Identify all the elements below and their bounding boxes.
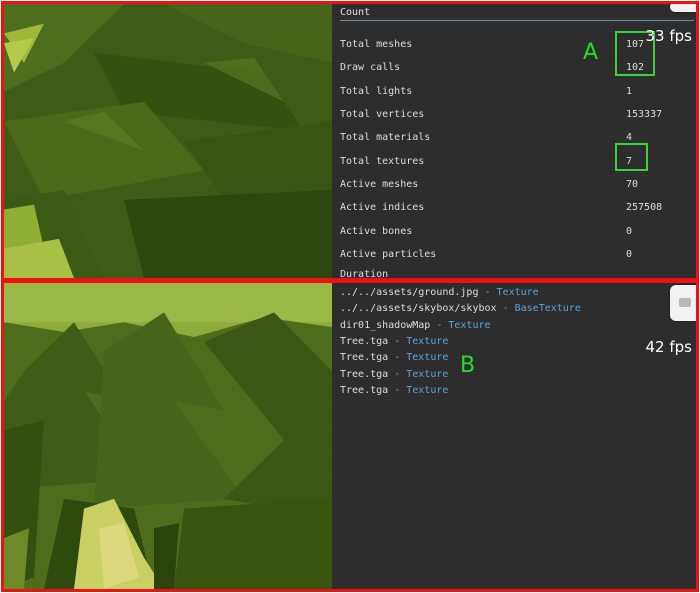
stat-label: Draw calls bbox=[340, 62, 401, 73]
forest-scene-render bbox=[4, 283, 332, 589]
scene-viewport-b[interactable] bbox=[4, 283, 332, 589]
texture-name: Tree.tga bbox=[340, 352, 389, 363]
inspector-toggle-icon bbox=[679, 298, 691, 307]
stat-label: Total lights bbox=[340, 86, 413, 97]
texture-list-item[interactable]: Tree.tga - Texture bbox=[340, 384, 448, 398]
stat-row-active-meshes: Active meshes 70 bbox=[340, 178, 680, 192]
stat-label: Active bones bbox=[340, 226, 413, 237]
texture-type: BaseTexture bbox=[514, 303, 581, 314]
texture-type: Texture bbox=[496, 287, 539, 298]
stat-label: Active indices bbox=[340, 202, 425, 213]
inspector-panel-b: ../../assets/ground.jpg - Texture ../../… bbox=[332, 283, 696, 589]
fps-counter-b: 42 fps bbox=[645, 338, 692, 356]
stat-value: 153337 bbox=[626, 109, 663, 120]
texture-separator: - bbox=[478, 287, 497, 298]
inspector-panel-a: Count Total meshes 107 Draw calls 102 To… bbox=[332, 4, 696, 278]
texture-name: ../../assets/ground.jpg bbox=[340, 287, 479, 298]
texture-list-item[interactable]: Tree.tga - Texture bbox=[340, 351, 448, 365]
stat-value: 0 bbox=[626, 249, 633, 260]
texture-separator: - bbox=[430, 320, 449, 331]
panel-a: Count Total meshes 107 Draw calls 102 To… bbox=[1, 1, 699, 281]
texture-name: Tree.tga bbox=[340, 385, 389, 396]
inspector-toggle-tab-b[interactable] bbox=[670, 285, 696, 321]
stat-row-total-vertices: Total vertices 153337 bbox=[340, 108, 680, 122]
annotation-label-b: B bbox=[460, 353, 476, 378]
texture-list-item[interactable]: ../../assets/ground.jpg - Texture bbox=[340, 286, 539, 300]
stat-label: Total textures bbox=[340, 156, 425, 167]
stat-label: Active meshes bbox=[340, 179, 419, 190]
scene-viewport-a[interactable] bbox=[4, 4, 332, 278]
texture-type: Texture bbox=[448, 320, 491, 331]
forest-closeup-render bbox=[4, 4, 332, 278]
texture-type: Texture bbox=[406, 369, 449, 380]
count-section-header[interactable]: Count bbox=[340, 6, 694, 21]
stat-label: Active particles bbox=[340, 249, 437, 260]
panel-b: ../../assets/ground.jpg - Texture ../../… bbox=[1, 280, 699, 592]
texture-list-item[interactable]: dir01_shadowMap - Texture bbox=[340, 319, 491, 333]
inspector-toggle-tab-a[interactable] bbox=[670, 4, 696, 12]
texture-separator: - bbox=[388, 385, 407, 396]
texture-list-item[interactable]: Tree.tga - Texture bbox=[340, 335, 448, 349]
texture-separator: - bbox=[496, 303, 515, 314]
texture-name: dir01_shadowMap bbox=[340, 320, 431, 331]
texture-name: ../../assets/skybox/skybox bbox=[340, 303, 497, 314]
texture-separator: - bbox=[388, 352, 407, 363]
stat-label: Total materials bbox=[340, 132, 431, 143]
stat-label: Total vertices bbox=[340, 109, 425, 120]
stat-label: Total meshes bbox=[340, 39, 413, 50]
stat-value: 1 bbox=[626, 86, 633, 97]
texture-separator: - bbox=[388, 369, 407, 380]
stat-value: 0 bbox=[626, 226, 633, 237]
highlight-box-textures bbox=[615, 143, 648, 171]
texture-type: Texture bbox=[406, 352, 449, 363]
texture-list-item[interactable]: ../../assets/skybox/skybox - BaseTexture bbox=[340, 302, 581, 316]
stat-row-active-bones: Active bones 0 bbox=[340, 225, 680, 239]
texture-type: Texture bbox=[406, 385, 449, 396]
texture-name: Tree.tga bbox=[340, 336, 389, 347]
stat-row-active-particles: Active particles 0 bbox=[340, 248, 680, 262]
texture-list-item[interactable]: Tree.tga - Texture bbox=[340, 368, 448, 382]
texture-type: Texture bbox=[406, 336, 449, 347]
stat-row-active-indices: Active indices 257508 bbox=[340, 201, 680, 215]
stat-value: 257508 bbox=[626, 202, 663, 213]
fps-counter-a: 33 fps bbox=[645, 27, 692, 45]
annotation-label-a: A bbox=[583, 40, 599, 65]
stat-value: 70 bbox=[626, 179, 639, 190]
texture-separator: - bbox=[388, 336, 407, 347]
texture-name: Tree.tga bbox=[340, 369, 389, 380]
stat-row-total-lights: Total lights 1 bbox=[340, 85, 680, 99]
